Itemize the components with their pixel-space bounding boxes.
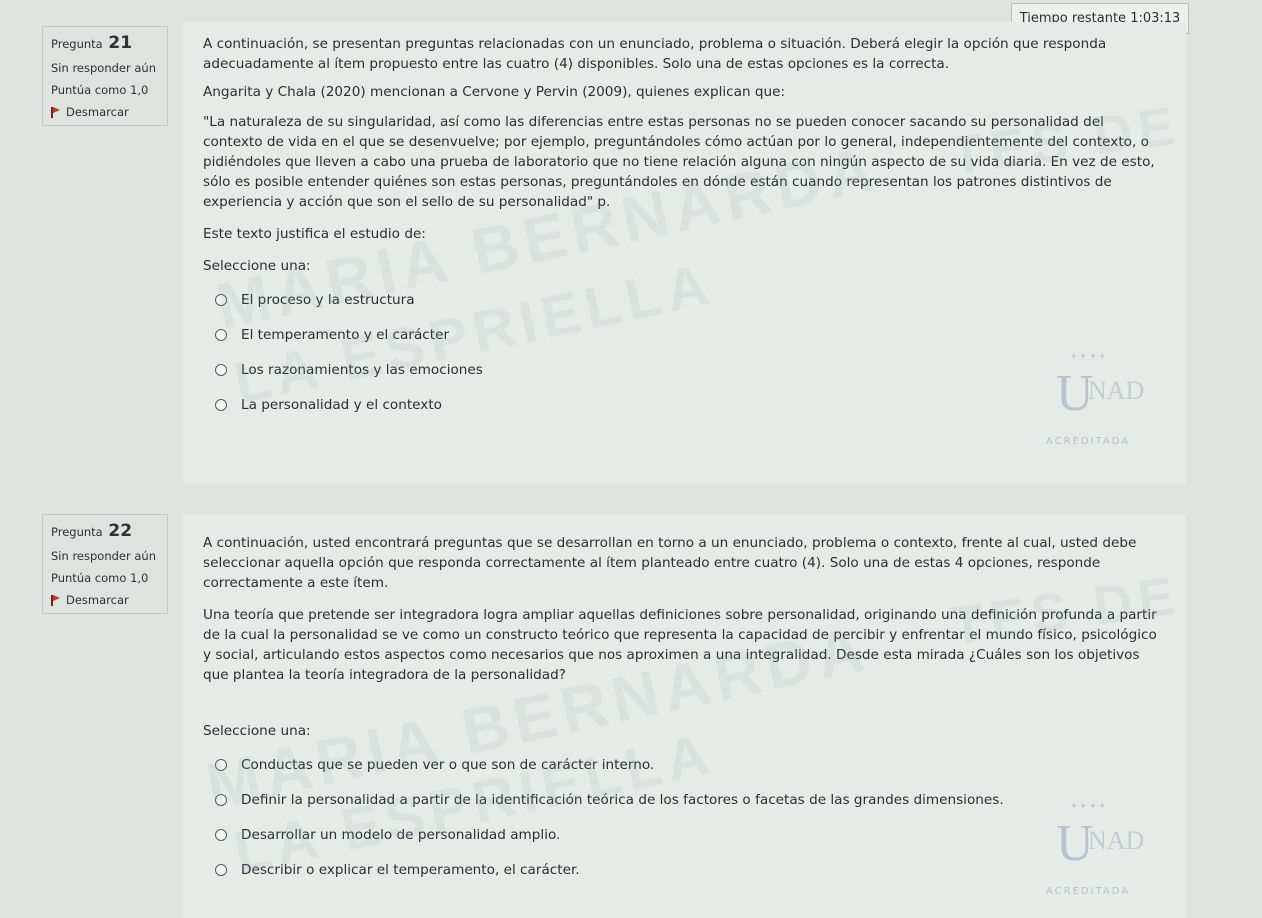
- question-number: Pregunta 21: [51, 33, 159, 53]
- question-number-value: 22: [108, 521, 133, 541]
- radio-button[interactable]: [215, 398, 227, 411]
- question-label: Pregunta: [51, 37, 103, 51]
- unflag-button[interactable]: Desmarcar: [51, 105, 159, 119]
- radio-button[interactable]: [215, 758, 227, 771]
- answer-option[interactable]: Conductas que se pueden ver o que son de…: [203, 747, 1166, 782]
- answer-option-label: Desarrollar un modelo de personalidad am…: [241, 826, 561, 843]
- radio-button[interactable]: [215, 828, 227, 841]
- unflag-label: Desmarcar: [66, 593, 129, 607]
- answer-option-label: El proceso y la estructura: [241, 291, 415, 308]
- unflag-label: Desmarcar: [66, 105, 129, 119]
- radio-button[interactable]: [215, 793, 227, 806]
- question-content-22: A continuación, usted encontrará pregunt…: [183, 514, 1186, 918]
- flag-icon: [51, 106, 60, 118]
- question-status: Sin responder aún: [51, 61, 156, 75]
- flag-icon: [51, 594, 60, 606]
- select-label: Seleccione una:: [203, 723, 311, 739]
- answer-option[interactable]: Desarrollar un modelo de personalidad am…: [203, 817, 1166, 852]
- answer-option-label: Conductas que se pueden ver o que son de…: [241, 756, 655, 773]
- answer-option[interactable]: Describir o explicar el temperamento, el…: [203, 852, 1166, 887]
- question-intro: A continuación, se presentan preguntas r…: [203, 36, 1107, 72]
- question-prompt: Este texto justifica el estudio de:: [203, 226, 426, 242]
- radio-button[interactable]: [215, 363, 227, 376]
- answer-option[interactable]: La personalidad y el contexto: [203, 387, 1166, 422]
- question-content-21: A continuación, se presentan preguntas r…: [183, 22, 1186, 484]
- question-score: Puntúa como 1,0: [51, 83, 149, 97]
- answer-option[interactable]: Los razonamientos y las emociones: [203, 352, 1166, 387]
- answer-option[interactable]: El temperamento y el carácter: [203, 317, 1166, 352]
- question-text: Una teoría que pretende ser integradora …: [203, 607, 1157, 683]
- question-number-value: 21: [108, 33, 133, 53]
- radio-button[interactable]: [215, 328, 227, 341]
- answer-option-label: Definir la personalidad a partir de la i…: [241, 791, 1004, 808]
- question-quote: "La naturaleza de su singularidad, así c…: [203, 114, 1155, 210]
- question-info-22: Pregunta 22 Sin responder aún Puntúa com…: [42, 514, 168, 614]
- question-status: Sin responder aún: [51, 549, 156, 563]
- question-label: Pregunta: [51, 525, 103, 539]
- answer-option-label: Describir o explicar el temperamento, el…: [241, 861, 580, 878]
- answer-option[interactable]: El proceso y la estructura: [203, 282, 1166, 317]
- radio-button[interactable]: [215, 863, 227, 876]
- answer-options: El proceso y la estructura El temperamen…: [203, 282, 1166, 422]
- question-score: Puntúa como 1,0: [51, 571, 149, 585]
- question-intro: A continuación, usted encontrará pregunt…: [203, 535, 1137, 591]
- question-text: Angarita y Chala (2020) mencionan a Cerv…: [203, 84, 786, 100]
- answer-options: Conductas que se pueden ver o que son de…: [203, 747, 1166, 887]
- answer-option-label: Los razonamientos y las emociones: [241, 361, 483, 378]
- select-label: Seleccione una:: [203, 258, 311, 274]
- unflag-button[interactable]: Desmarcar: [51, 593, 159, 607]
- answer-option[interactable]: Definir la personalidad a partir de la i…: [203, 782, 1166, 817]
- answer-option-label: El temperamento y el carácter: [241, 326, 450, 343]
- question-number: Pregunta 22: [51, 521, 159, 541]
- radio-button[interactable]: [215, 293, 227, 306]
- answer-option-label: La personalidad y el contexto: [241, 396, 442, 413]
- question-info-21: Pregunta 21 Sin responder aún Puntúa com…: [42, 26, 168, 126]
